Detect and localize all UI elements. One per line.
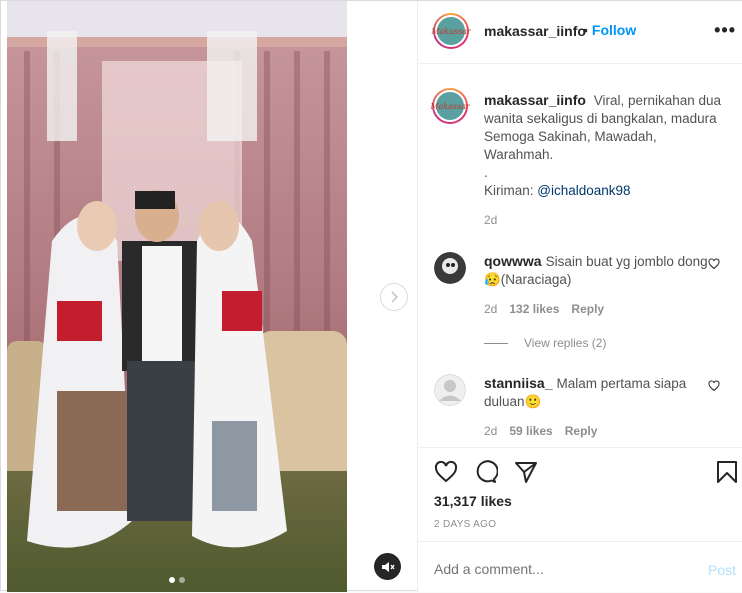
- author-avatar[interactable]: Makassar: [431, 13, 471, 49]
- carousel-dot-2: [179, 577, 185, 583]
- caption-avatar[interactable]: Makassar: [430, 88, 470, 124]
- default-avatar-icon[interactable]: [434, 374, 466, 406]
- comment-likes[interactable]: 59 likes: [509, 424, 552, 438]
- muted-speaker-icon: [381, 561, 395, 572]
- comment-text: stanniisa_ Malam pertama siapa duluan🙂: [484, 375, 687, 409]
- like-heart-icon[interactable]: [434, 460, 458, 484]
- comment-likes[interactable]: 132 likes: [509, 302, 559, 316]
- comment-username[interactable]: qowwwa: [484, 253, 542, 269]
- comment-username[interactable]: stanniisa_: [484, 375, 552, 391]
- caption-text: makassar_iinfo Viral, pernikahan dua wan…: [484, 92, 722, 198]
- mention-link[interactable]: @ichaldoank98: [537, 183, 630, 198]
- mute-button[interactable]: [374, 553, 401, 580]
- post-video[interactable]: [7, 1, 347, 592]
- carousel-indicator: [169, 577, 185, 583]
- post-comment-button[interactable]: Post: [708, 562, 736, 578]
- comment-bubble-icon[interactable]: [474, 460, 498, 484]
- bookmark-icon[interactable]: [716, 460, 738, 484]
- comment-time[interactable]: 2d: [484, 302, 497, 316]
- wedding-photo: [7, 1, 347, 592]
- heart-icon[interactable]: [708, 380, 720, 392]
- add-comment-bar: Post: [418, 541, 742, 593]
- reply-button[interactable]: Reply: [565, 424, 598, 438]
- author-username[interactable]: makassar_iinfo: [484, 23, 586, 39]
- action-bar: [418, 447, 742, 496]
- post-header: Makassar makassar_iinfo • Follow •••: [418, 1, 742, 64]
- chevron-right-icon: [391, 291, 399, 303]
- comment-time[interactable]: 2d: [484, 424, 497, 438]
- comment-input[interactable]: [434, 561, 684, 577]
- instagram-post-frame: Makassar makassar_iinfo • Follow ••• Maka…: [0, 0, 742, 592]
- caption-username[interactable]: makassar_iinfo: [484, 92, 586, 108]
- comment-meta: 2d 132 likes Reply: [484, 302, 604, 316]
- post-date[interactable]: 2 DAYS AGO: [434, 519, 496, 530]
- reply-button[interactable]: Reply: [571, 302, 604, 316]
- post-details-panel: Makassar makassar_iinfo • Follow ••• Maka…: [417, 1, 742, 592]
- caption-timestamp[interactable]: 2d: [484, 213, 497, 227]
- commenter-avatar[interactable]: [434, 252, 466, 284]
- likes-count[interactable]: 31,317 likes: [434, 493, 512, 509]
- view-replies-button[interactable]: View replies (2): [484, 336, 606, 350]
- comment-text: qowwwa Sisain buat yg jomblo dong😥(Naraci…: [484, 253, 708, 287]
- follow-button[interactable]: • Follow: [583, 22, 636, 38]
- heart-icon[interactable]: [708, 258, 720, 270]
- share-icon[interactable]: [514, 460, 538, 484]
- replies-divider: [484, 342, 508, 344]
- carousel-dot-1: [169, 577, 175, 583]
- more-options-icon[interactable]: •••: [714, 20, 736, 41]
- comment-meta: 2d 59 likes Reply: [484, 424, 597, 438]
- next-slide-button[interactable]: [380, 283, 408, 311]
